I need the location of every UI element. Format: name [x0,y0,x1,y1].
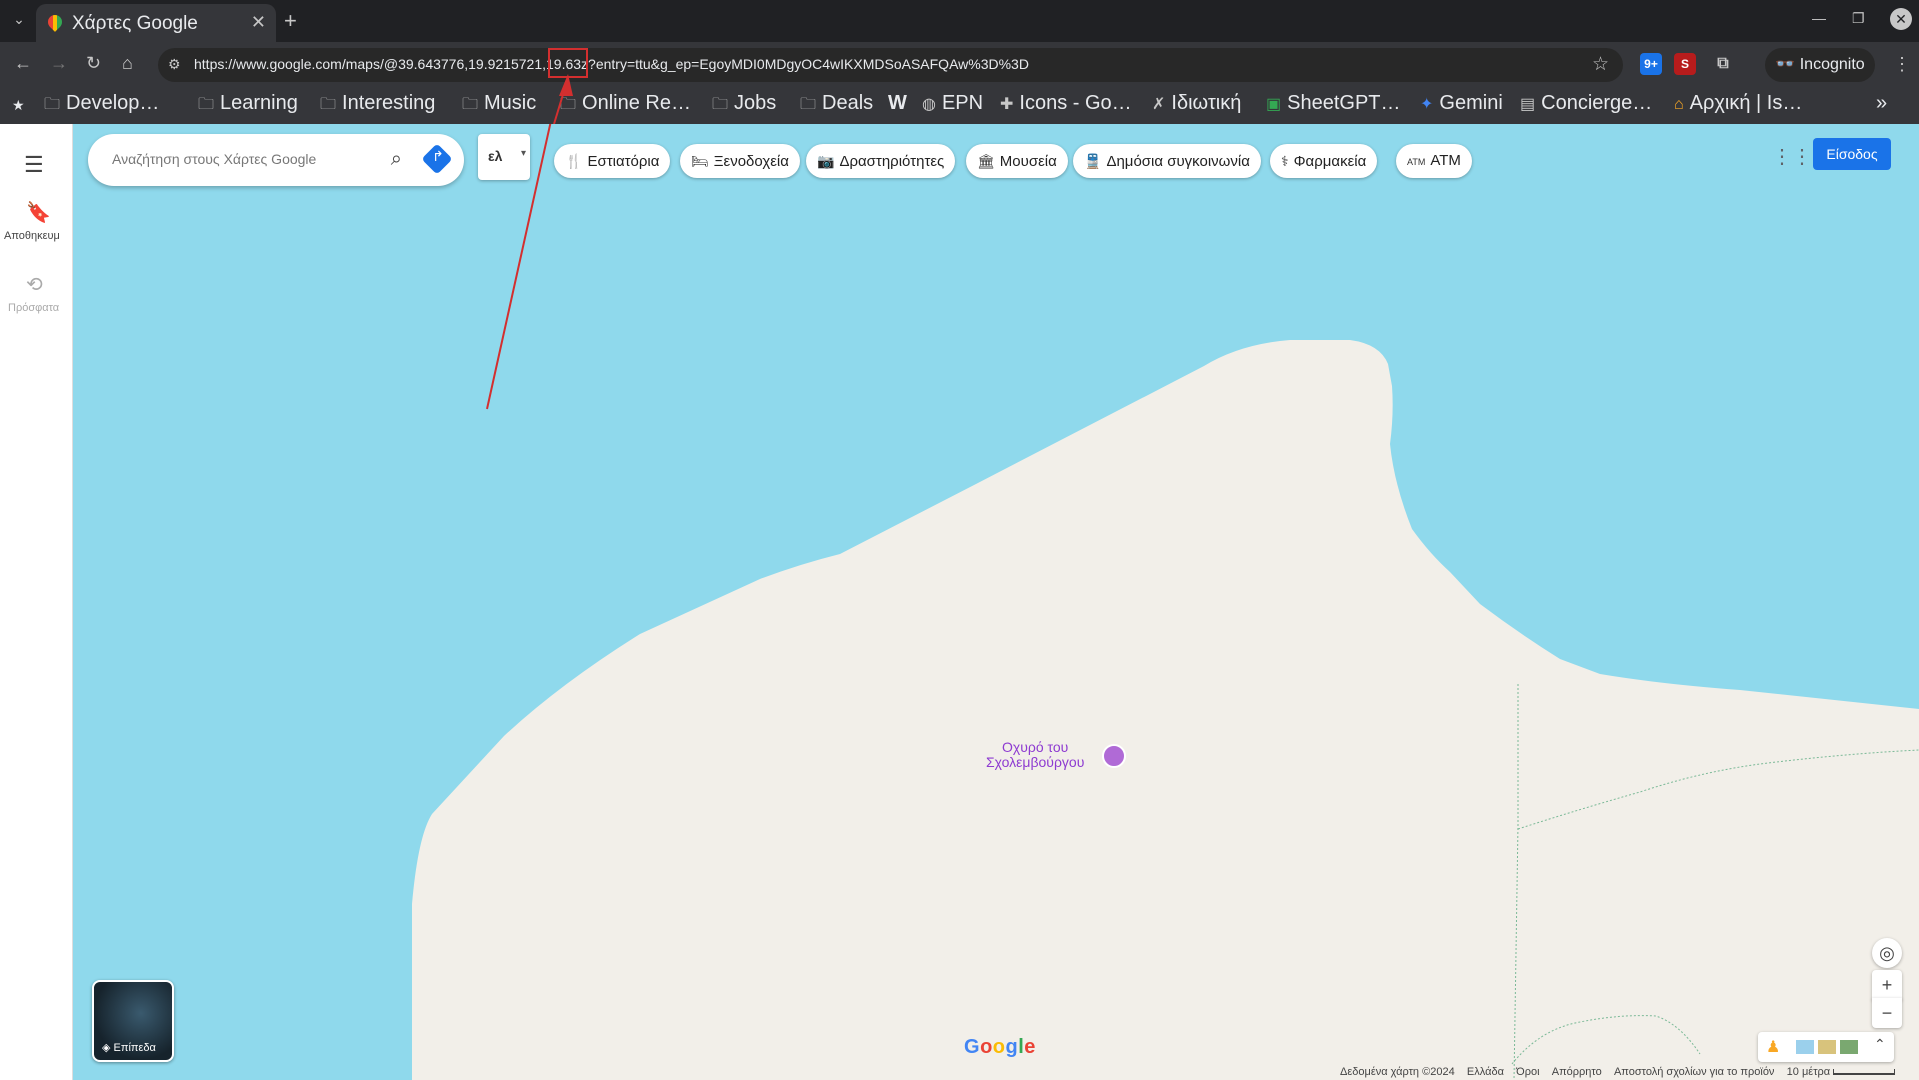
pharmacy-icon: ⚕ [1281,153,1289,169]
chip-transit[interactable]: 🚆 Δημόσια συγκοινωνία [1073,144,1261,178]
map-footer: Δεδομένα χάρτη ©2024 Ελλάδα Όροι Απόρρητ… [1340,1066,1896,1080]
history-icon[interactable]: ⟲ [26,272,43,297]
maps-side-rail [0,124,73,1080]
recent-label[interactable]: Πρόσφατα [8,302,59,314]
castle-pin-icon[interactable] [1102,744,1126,768]
satellite-thumb-icon[interactable] [1840,1040,1858,1054]
transit-icon: 🚆 [1084,153,1102,169]
atm-icon: ATM [1407,157,1426,167]
poi-label[interactable]: Οχυρό του Σχολεμβούργου [986,740,1084,770]
my-location-icon[interactable]: ◎ [1872,938,1902,968]
search-input[interactable]: Αναζήτηση στους Χάρτες Google [112,151,316,167]
map-type-strip[interactable]: ♟ ⌃ [1758,1032,1894,1062]
hotel-icon: 🛏 [691,153,709,169]
google-logo: Google [964,1036,1036,1058]
map-canvas[interactable] [0,124,1919,1080]
scale-bar [1833,1069,1896,1075]
search-icon[interactable]: ⌕ [391,148,402,171]
feedback-link[interactable]: Αποστολή σχολίων για το προϊόν [1614,1066,1774,1078]
chip-hotels[interactable]: 🛏 Ξενοδοχεία [680,144,800,178]
map-svg [412,124,1919,1080]
restaurant-icon: 🍴 [565,153,583,169]
chip-restaurants[interactable]: 🍴 Εστιατόρια [554,144,671,178]
language-selector[interactable]: ελ ▾ [478,134,530,180]
chevron-down-icon: ▾ [520,148,526,159]
map-data-attribution: Δεδομένα χάρτη ©2024 [1340,1066,1455,1078]
search-box[interactable]: Αναζήτηση στους Χάρτες Google ⌕ [88,134,464,186]
land-area [412,340,1919,1080]
camera-icon: 📷 [817,153,835,169]
bookmark-icon[interactable]: 🔖 [26,200,51,225]
zoom-in-button[interactable]: + [1872,970,1902,1000]
map-thumb-icon[interactable] [1796,1040,1814,1054]
chip-atm[interactable]: ATM ATM [1396,144,1472,178]
language-label: ελ [488,148,503,164]
layers-button[interactable]: ◈ Επίπεδα [92,980,174,1062]
zoom-out-button[interactable]: − [1872,998,1902,1028]
terrain-thumb-icon[interactable] [1818,1040,1836,1054]
expand-icon[interactable]: ⌃ [1874,1036,1886,1053]
privacy-link[interactable]: Απόρρητο [1552,1066,1602,1078]
menu-icon[interactable]: ☰ [24,152,44,178]
country-link[interactable]: Ελλάδα [1467,1066,1504,1078]
saved-label[interactable]: Αποθηκευμ [4,230,70,242]
pegman-icon[interactable]: ♟ [1766,1037,1780,1057]
museum-icon: 🏛 [977,153,995,169]
chip-pharmacies[interactable]: ⚕ Φαρμακεία [1270,144,1378,178]
layers-icon: ◈ [102,1042,111,1054]
terms-link[interactable]: Όροι [1516,1066,1539,1078]
chip-activities[interactable]: 📷 Δραστηριότητες [806,144,956,178]
directions-icon[interactable] [421,143,453,175]
chip-museums[interactable]: 🏛 Μουσεία [966,144,1068,178]
annotation-arrow-overlay [553,74,573,124]
sign-in-button[interactable]: Είσοδος [1813,138,1891,170]
scale-label[interactable]: 10 μέτρα [1787,1066,1831,1078]
